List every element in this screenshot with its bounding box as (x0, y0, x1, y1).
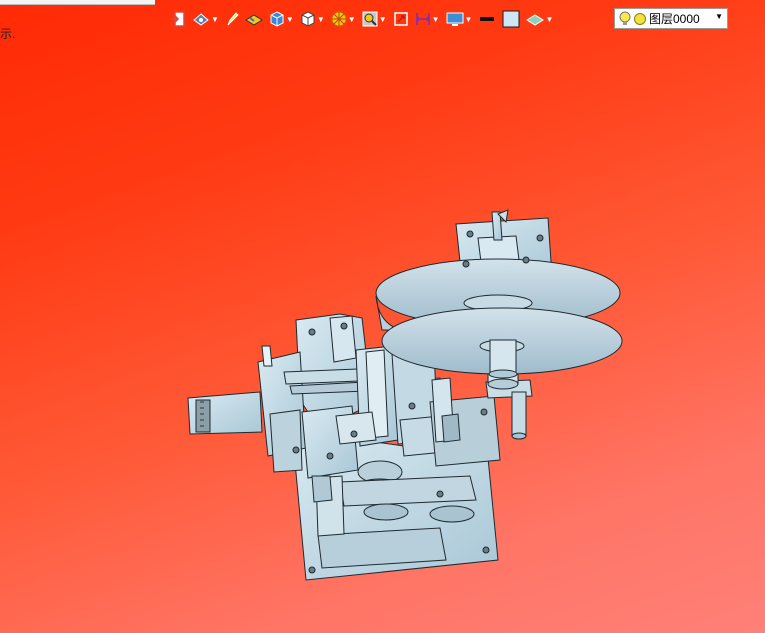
machine-model[interactable] (187, 209, 623, 581)
3d-viewport[interactable] (0, 0, 765, 633)
pulley-right (429, 505, 475, 523)
pulley-left (363, 503, 409, 521)
output-shaft (511, 391, 527, 437)
